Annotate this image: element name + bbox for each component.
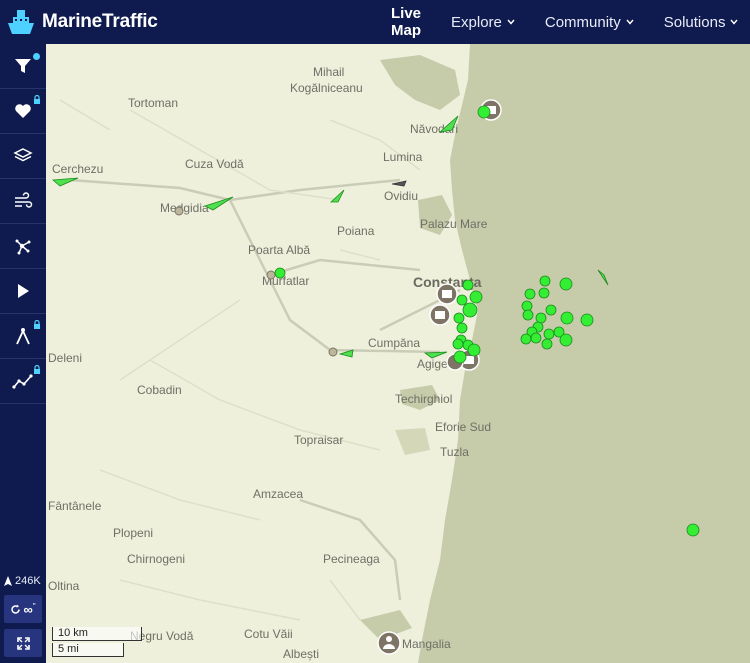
sync-label: ∞ (23, 601, 33, 617)
filter-icon (15, 59, 31, 73)
place-label: Cumpăna (368, 336, 420, 350)
place-label: Mangalia (402, 637, 451, 651)
place-label: Cobadin (137, 383, 182, 397)
place-label: Cerchezu (52, 162, 103, 176)
port-icon (429, 304, 451, 326)
analytics-button[interactable] (0, 359, 46, 404)
place-label: Tortoman (128, 96, 178, 110)
layers-icon (13, 148, 33, 162)
left-toolbar: 246K ∞ " (0, 44, 46, 663)
routes-button[interactable] (0, 224, 46, 269)
user-location-icon (377, 631, 401, 655)
wind-icon (15, 192, 33, 208)
place-label: Topraisar (294, 433, 343, 447)
place-label: Medgidia (160, 201, 209, 215)
layers-button[interactable] (0, 134, 46, 179)
my-fleets-button[interactable] (0, 89, 46, 134)
heart-icon (15, 104, 31, 118)
brand-name: MarineTraffic (42, 11, 158, 32)
map-scale: 10 km 5 mi (52, 627, 142, 657)
expand-icon (16, 636, 30, 650)
compass-measure-icon (16, 328, 30, 345)
place-label: Tuzla (440, 445, 469, 459)
scale-km: 10 km (52, 627, 142, 641)
filter-button[interactable] (0, 44, 46, 89)
sync-button[interactable]: ∞ " (4, 595, 42, 623)
place-label: Cotu Văii (244, 627, 293, 641)
nav-label: Explore (451, 13, 502, 31)
measure-button[interactable] (0, 314, 46, 359)
place-label: Poiana (337, 224, 375, 238)
notification-dot (33, 53, 40, 60)
chart-line-icon (12, 374, 33, 389)
place-label: Lumina (383, 150, 423, 164)
chevron-down-icon (626, 19, 634, 25)
place-label: Eforie Sud (435, 420, 491, 434)
nav-explore[interactable]: Explore (451, 14, 515, 31)
playback-button[interactable] (0, 269, 46, 314)
scale-mi: 5 mi (52, 643, 124, 657)
chevron-down-icon (730, 19, 738, 25)
place-label: Pecineaga (323, 552, 380, 566)
main-nav: Live Map Explore Community Solutions (391, 0, 750, 44)
chevron-down-icon (507, 19, 515, 25)
map-canvas[interactable]: Mihail Kogălniceanu Tortoman Năvodari Cu… (46, 44, 750, 663)
nav-label: Live Map (391, 5, 422, 39)
place-label: Poarta Albă (248, 243, 310, 257)
place-label: Chirnogeni (127, 552, 185, 566)
place-label: Mihail (313, 65, 344, 79)
place-label: Kogălniceanu (290, 81, 363, 95)
vessel-count: 246K (4, 575, 41, 587)
top-navigation-bar: MarineTraffic Live Map Explore Community… (0, 0, 750, 44)
place-label: Techirghiol (395, 392, 452, 406)
nav-label: Solutions (663, 13, 726, 31)
nav-solutions[interactable]: Solutions (664, 14, 739, 31)
vessel-count-value: 246K (15, 575, 41, 587)
ship-logo-icon (8, 10, 34, 34)
place-label: Deleni (48, 351, 82, 365)
live-map[interactable]: Mihail Kogălniceanu Tortoman Năvodari Cu… (46, 44, 750, 663)
route-network-icon (15, 239, 31, 255)
play-icon (18, 284, 29, 298)
nav-community[interactable]: Community (545, 14, 634, 31)
place-label: Amzacea (253, 487, 303, 501)
ship-icon (4, 575, 12, 586)
place-label: Ovidiu (384, 189, 418, 203)
brand[interactable]: MarineTraffic (6, 7, 158, 37)
nav-label: Community (544, 13, 621, 31)
port-icon (436, 283, 458, 305)
place-label: Cuza Vodă (185, 157, 244, 171)
sync-suffix: " (32, 601, 36, 611)
place-label: Albești (283, 647, 319, 661)
refresh-icon (11, 604, 21, 614)
lock-icon (34, 320, 40, 329)
place-label: Oltina (48, 579, 80, 593)
nav-live-map[interactable]: Live Map (391, 5, 421, 39)
place-label: Palazu Mare (420, 217, 488, 231)
lock-icon (34, 365, 40, 374)
place-label: Fântânele (48, 499, 102, 513)
place-label: Plopeni (113, 526, 153, 540)
fullscreen-button[interactable] (4, 629, 42, 657)
lock-icon (34, 95, 40, 104)
weather-button[interactable] (0, 179, 46, 224)
